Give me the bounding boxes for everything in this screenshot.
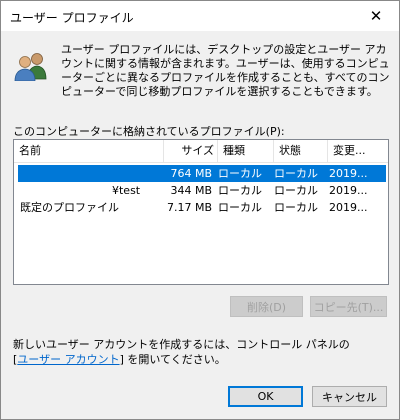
profiles-list-label: このコンピューターに格納されているプロファイル(P): <box>13 125 285 138</box>
table-row[interactable]: 764 MB ローカル ローカル 2019... <box>18 165 386 182</box>
user-accounts-link[interactable]: ユーザー アカウント <box>17 353 119 366</box>
profile-size: 764 MB <box>170 167 212 180</box>
column-header-name[interactable]: 名前 <box>14 140 164 162</box>
profile-type: ローカル <box>218 167 262 180</box>
column-header-type[interactable]: 種類 <box>218 140 274 162</box>
profile-name: 既定のプロファイル <box>20 201 119 214</box>
close-button[interactable]: ✕ <box>353 1 399 31</box>
description-text: ユーザー プロファイルには、デスクトップの設定とユーザー アカウントに関する情報… <box>61 43 390 98</box>
profile-type: ローカル <box>218 201 262 214</box>
list-header: 名前 サイズ 種類 状態 変更... <box>14 140 388 163</box>
profile-name: ¥test <box>112 184 141 197</box>
profile-modified: 2019... <box>329 184 368 197</box>
profiles-list[interactable]: 名前 サイズ 種類 状態 変更... 764 MB ローカル ローカル 2019… <box>13 139 389 285</box>
profile-size: 7.17 MB <box>166 201 212 214</box>
column-header-status[interactable]: 状態 <box>274 140 328 162</box>
delete-button[interactable]: 削除(D) <box>230 296 303 317</box>
cancel-button[interactable]: キャンセル <box>312 386 387 407</box>
profile-status: ローカル <box>274 167 318 180</box>
footer-line2: を開いてください。 <box>123 353 226 366</box>
table-row[interactable]: ¥test 344 MB ローカル ローカル 2019... <box>14 182 388 199</box>
profile-size: 344 MB <box>170 184 212 197</box>
copy-to-button[interactable]: コピー先(T)... <box>310 296 387 317</box>
profile-status: ローカル <box>274 201 318 214</box>
ok-button[interactable]: OK <box>228 386 303 407</box>
window-title: ユーザー プロファイル <box>10 11 134 25</box>
close-icon: ✕ <box>369 7 383 25</box>
profile-modified: 2019... <box>329 201 368 214</box>
column-header-size[interactable]: サイズ <box>164 140 218 162</box>
profile-modified: 2019... <box>329 167 368 180</box>
table-row[interactable]: 既定のプロファイル 7.17 MB ローカル ローカル 2019... <box>14 199 388 216</box>
profile-status: ローカル <box>274 184 318 197</box>
footer-text: 新しいユーザー アカウントを作成するには、コントロール パネルの [ユーザー ア… <box>13 337 373 367</box>
title-bar: ユーザー プロファイル ✕ <box>1 1 399 31</box>
profile-type: ローカル <box>218 184 262 197</box>
users-icon <box>14 53 47 81</box>
column-header-modified[interactable]: 変更... <box>328 140 388 162</box>
footer-line1: 新しいユーザー アカウントを作成するには、コントロール パネルの <box>13 338 350 351</box>
user-profiles-dialog: ユーザー プロファイル ✕ ユーザー プロファイルには、デスクトップの設定とユー… <box>0 0 400 420</box>
